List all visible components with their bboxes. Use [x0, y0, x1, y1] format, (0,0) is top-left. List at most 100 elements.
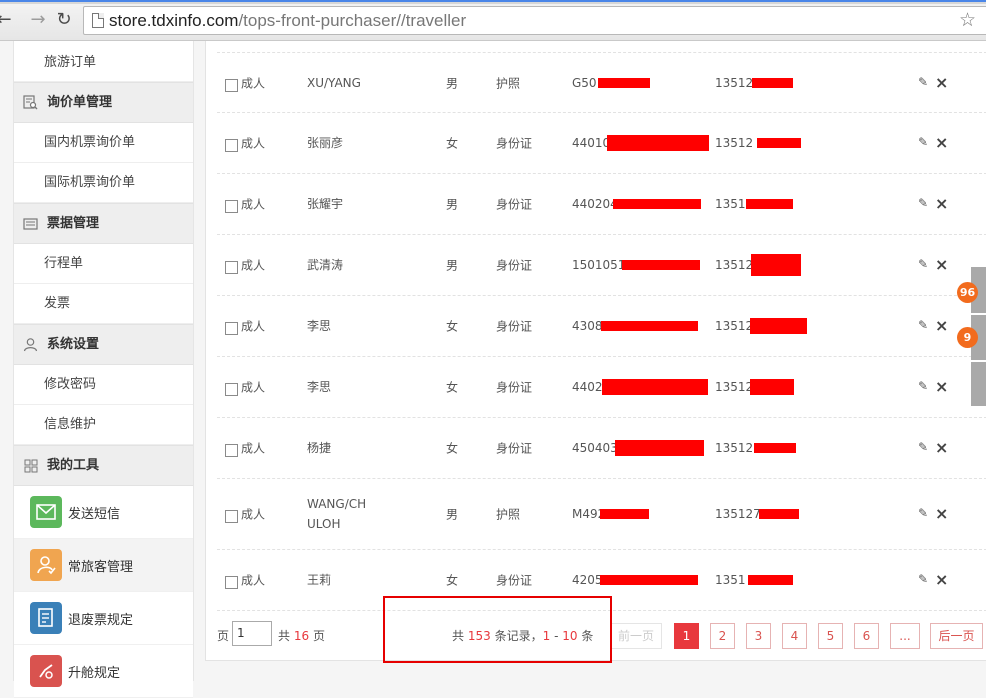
row-checkbox[interactable] — [225, 139, 238, 152]
close-icon[interactable]: × — [935, 504, 948, 523]
edit-icon[interactable]: ✎ — [918, 572, 928, 586]
close-icon[interactable]: × — [935, 570, 948, 589]
sidebar-item-intl-inquiry[interactable]: 国际机票询价单 — [14, 163, 193, 203]
row-checkbox[interactable] — [225, 78, 238, 92]
sidebar-group-tools[interactable]: 我的工具 — [14, 445, 193, 486]
close-icon[interactable]: × — [935, 194, 948, 213]
table-row: 成人 武清涛 男 身份证 1501051 13512 ✎ × — [217, 235, 986, 296]
tool-label: 升舱规定 — [68, 665, 121, 681]
edit-icon[interactable]: ✎ — [918, 196, 928, 210]
tool-send-sms[interactable]: 发送短信 — [14, 486, 193, 539]
redaction-mark — [757, 138, 801, 148]
row-checkbox[interactable] — [225, 200, 238, 213]
total-pages: 共 16 页 — [278, 627, 325, 644]
document-type: 身份证 — [496, 258, 533, 273]
edit-icon[interactable]: ✎ — [918, 257, 928, 271]
edit-icon[interactable]: ✎ — [918, 506, 928, 520]
notice-count-badge: 9 — [957, 327, 978, 348]
close-icon[interactable]: × — [935, 255, 948, 274]
table-row: 成人 李思 女 身份证 4308 13512 ✎ × — [217, 296, 986, 357]
total-suffix: 页 — [312, 629, 325, 643]
passenger-type: 成人 — [241, 136, 266, 151]
row-checkbox[interactable] — [225, 322, 238, 335]
sidebar-group-inquiry[interactable]: 询价单管理 — [14, 82, 193, 123]
redaction-mark — [752, 77, 793, 88]
edit-icon[interactable]: ✎ — [918, 318, 928, 332]
tool-refund-rules[interactable]: 退废票规定 — [14, 592, 193, 645]
passenger-type: 成人 — [241, 319, 266, 334]
redaction-mark — [598, 77, 650, 88]
phone-number: 1351 — [715, 197, 746, 211]
table-row: 成人 XU/YANG 男 护照 G50 13512 ✎ × — [217, 52, 986, 113]
passenger-name-line: WANG/CH — [307, 497, 367, 511]
row-checkbox[interactable] — [225, 444, 238, 457]
redaction-mark — [748, 575, 793, 585]
table-row: 成人 张丽彦 女 身份证 44010 13512 ✎ × — [217, 113, 986, 174]
document-type: 身份证 — [496, 380, 533, 395]
passenger-name-line: ULOH — [307, 517, 341, 531]
next-page-button[interactable]: 后一页 — [930, 623, 983, 649]
reload-icon[interactable]: ↻ — [53, 9, 75, 31]
url-host: store.tdxinfo.com — [109, 11, 239, 30]
row-checkbox[interactable] — [225, 383, 238, 396]
redaction-mark — [600, 509, 649, 519]
bookmark-star-icon[interactable]: ☆ — [959, 9, 976, 31]
edit-icon[interactable]: ✎ — [918, 75, 928, 89]
floating-tab-back-to-top[interactable] — [971, 362, 986, 406]
edit-icon[interactable]: ✎ — [918, 135, 928, 149]
main-panel: 成人 XU/YANG 男 护照 G50 13512 ✎ × 成人 张丽彦 女 身… — [205, 41, 986, 661]
forward-arrow-icon[interactable]: → — [27, 9, 49, 31]
page-button-5[interactable]: 5 — [818, 623, 843, 649]
sidebar: 旅游订单 询价单管理 国内机票询价单 国际机票询价单 票据管理 行程单 发票 系… — [13, 41, 194, 698]
page-button-4[interactable]: 4 — [782, 623, 807, 649]
document-type: 身份证 — [496, 136, 533, 151]
edit-icon[interactable]: ✎ — [918, 379, 928, 393]
edit-icon[interactable]: ✎ — [918, 440, 928, 454]
document-type: 身份证 — [496, 573, 533, 588]
close-icon[interactable]: × — [935, 377, 948, 396]
row-checkbox[interactable] — [225, 261, 238, 274]
total-prefix: 共 — [278, 629, 291, 643]
page-button-2[interactable]: 2 — [710, 623, 735, 649]
prev-page-button[interactable]: 前一页 — [610, 623, 662, 649]
back-arrow-icon[interactable]: ← — [0, 9, 15, 31]
browser-toolbar: ← → ↻ store.tdxinfo.com/tops-front-purch… — [0, 0, 986, 41]
document-type: 身份证 — [496, 319, 533, 334]
close-icon[interactable]: × — [935, 316, 948, 335]
phone-number: 13512 — [715, 380, 754, 394]
tool-label: 常旅客管理 — [68, 559, 134, 575]
page-icon — [92, 13, 104, 28]
passenger-name: 李思 — [307, 319, 332, 333]
page-number-input[interactable]: 1 — [232, 621, 272, 646]
passenger-type: 成人 — [241, 380, 266, 395]
tool-upgrade-rules[interactable]: 升舱规定 — [14, 645, 193, 698]
passenger-name: 杨捷 — [307, 441, 332, 455]
passenger-gender: 女 — [446, 319, 459, 334]
sidebar-group-receipts[interactable]: 票据管理 — [14, 203, 193, 244]
sidebar-item-itinerary[interactable]: 行程单 — [14, 244, 193, 284]
close-icon[interactable]: × — [935, 133, 948, 152]
url-text[interactable]: store.tdxinfo.com/tops-front-purchaser//… — [109, 11, 466, 31]
redaction-mark — [754, 443, 796, 453]
page-button-3[interactable]: 3 — [746, 623, 771, 649]
row-checkbox[interactable] — [225, 576, 238, 589]
passenger-name: 张丽彦 — [307, 136, 344, 150]
sidebar-group-settings[interactable]: 系统设置 — [14, 324, 193, 365]
row-checkbox[interactable] — [225, 510, 238, 523]
close-icon[interactable]: × — [935, 73, 948, 92]
sidebar-item-domestic-inquiry[interactable]: 国内机票询价单 — [14, 123, 193, 163]
sidebar-item-profile[interactable]: 信息维护 — [14, 405, 193, 445]
close-icon[interactable]: × — [935, 438, 948, 457]
sidebar-group-label: 我的工具 — [47, 458, 100, 473]
document-icon — [30, 602, 62, 634]
page-ellipsis-button[interactable]: ... — [890, 623, 920, 649]
sidebar-item-change-password[interactable]: 修改密码 — [14, 365, 193, 405]
page-button-6[interactable]: 6 — [854, 623, 879, 649]
page-button-1[interactable]: 1 — [674, 623, 699, 649]
sidebar-item-invoice[interactable]: 发票 — [14, 284, 193, 324]
address-bar[interactable]: store.tdxinfo.com/tops-front-purchaser//… — [83, 6, 986, 35]
tool-traveller-management[interactable]: 常旅客管理 — [14, 539, 193, 592]
passenger-name: 武清涛 — [307, 258, 344, 272]
sidebar-item-tour-orders[interactable]: 旅游订单 — [14, 41, 193, 82]
passenger-gender: 男 — [446, 197, 459, 212]
